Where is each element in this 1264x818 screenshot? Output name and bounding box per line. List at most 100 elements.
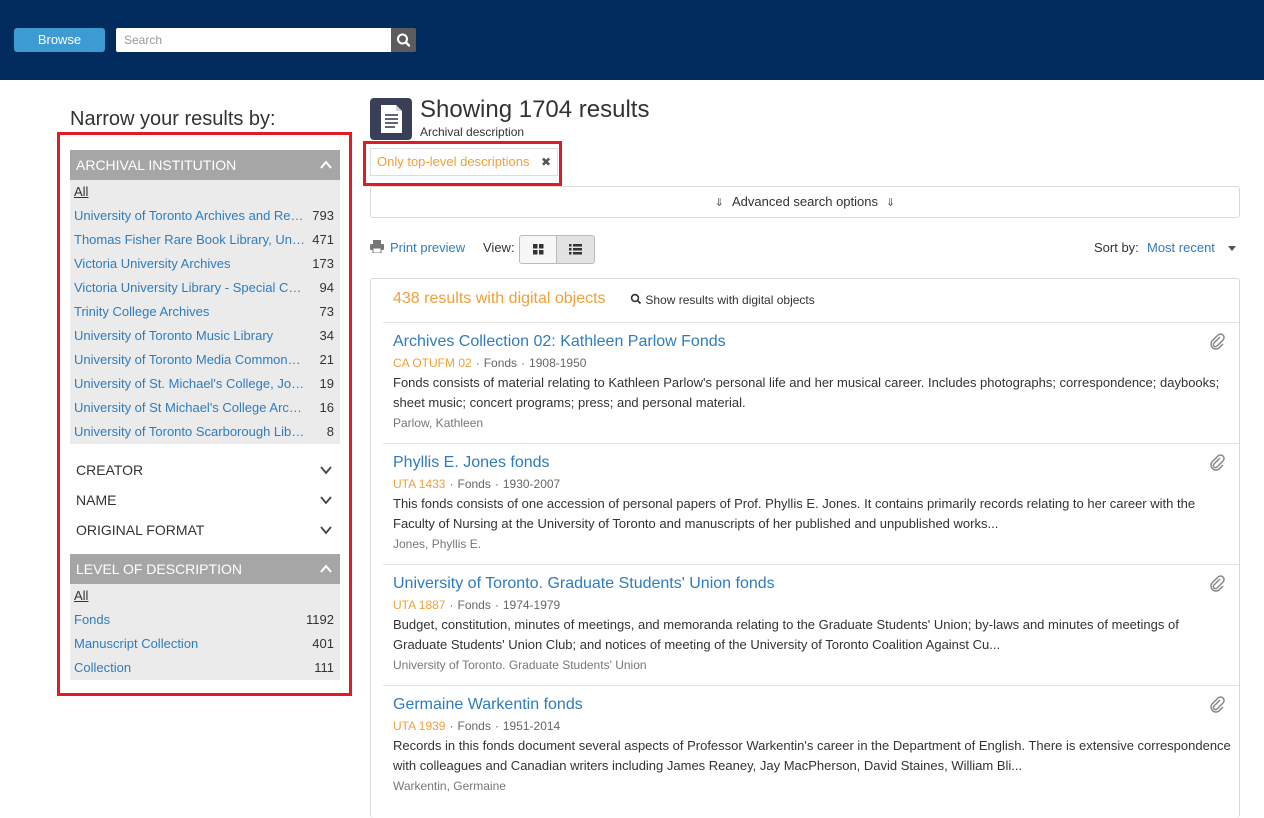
table-view-button[interactable]	[556, 235, 595, 264]
facet-item-label[interactable]: Fonds	[74, 608, 306, 632]
result-title-link[interactable]: University of Toronto. Graduate Students…	[393, 575, 775, 593]
printer-icon	[370, 240, 384, 253]
result-title-link[interactable]: Archives Collection 02: Kathleen Parlow …	[393, 333, 726, 351]
result-item: Phyllis E. Jones fonds UTA 1433 · Fonds · 19…	[383, 443, 1239, 564]
facet-item-label[interactable]: Thomas Fisher Rare Book Library, Univers…	[74, 228, 306, 252]
facet-item-label[interactable]: All	[74, 584, 306, 608]
chevron-down-icon	[320, 526, 332, 535]
result-title-link[interactable]: Germaine Warkentin fonds	[393, 696, 583, 714]
page-title: Showing 1704 results	[420, 96, 650, 123]
filter-tag: Only top-level descriptions ✖	[370, 148, 558, 176]
print-preview-link[interactable]: Print preview	[370, 240, 465, 255]
facet-item[interactable]: Manuscript Collection 401	[70, 632, 340, 656]
facet-item-count: 21	[319, 352, 334, 367]
facet-item-label[interactable]: University of St Michael's College Archi…	[74, 396, 306, 420]
facet-item[interactable]: University of Toronto Scarborough Librar…	[70, 420, 340, 444]
facet-item-label[interactable]: Victoria University Library - Special Co…	[74, 276, 306, 300]
result-level: Fonds	[457, 598, 491, 612]
facet-item[interactable]: Thomas Fisher Rare Book Library, Univers…	[70, 228, 340, 252]
facet-item-count: 73	[319, 304, 334, 319]
facet-header-label: ARCHIVAL INSTITUTION	[76, 157, 237, 173]
facet-item[interactable]: Victoria University Archives 173	[70, 252, 340, 276]
result-description: Fonds consists of material relating to K…	[393, 375, 1220, 410]
facet-item-label[interactable]: All	[74, 180, 306, 204]
facet-item[interactable]: Collection 111	[70, 656, 340, 680]
result-description: Records in this fonds document several a…	[393, 738, 1231, 773]
result-item: University of Toronto. Graduate Students…	[383, 564, 1239, 685]
facet-item[interactable]: University of Toronto Archives and Recor…	[70, 204, 340, 228]
facet-item-all[interactable]: All	[70, 584, 340, 608]
facet-list-level-of-description: All Fonds 1192 Manuscript Collection 401 C…	[70, 584, 340, 680]
facet-item[interactable]: University of Toronto Media Commons Arch…	[70, 348, 340, 372]
search-button[interactable]	[391, 28, 416, 52]
sort-dropdown[interactable]: Most recent	[1147, 240, 1215, 255]
card-view-button[interactable]	[519, 235, 557, 264]
paperclip-icon	[1210, 454, 1225, 471]
result-level: Fonds	[457, 719, 491, 733]
facet-header-name[interactable]: NAME	[70, 485, 340, 515]
search-icon	[397, 33, 411, 47]
facet-item-label[interactable]: Trinity College Archives	[74, 300, 306, 324]
facet-item-count: 8	[326, 424, 334, 439]
sort-label: Sort by:	[1094, 240, 1139, 255]
double-chevron-down-icon: ⇓	[885, 197, 896, 209]
result-meta: CA OTUFM 02 · Fonds · 1908-1950	[393, 356, 587, 370]
facets-title: Narrow your results by:	[70, 108, 276, 130]
facet-item-label[interactable]: Manuscript Collection	[74, 632, 306, 656]
facet-item[interactable]: Trinity College Archives 73	[70, 300, 340, 324]
show-digital-objects-label[interactable]: Show results with digital objects	[645, 293, 814, 307]
facet-header-label: NAME	[76, 492, 117, 508]
facet-item-count: 16	[319, 400, 334, 415]
facet-header-archival-institution[interactable]: ARCHIVAL INSTITUTION	[70, 150, 340, 180]
facet-header-level-of-description[interactable]: LEVEL OF DESCRIPTION	[70, 554, 340, 584]
advanced-search-toggle[interactable]: ⇓ Advanced search options ⇓	[370, 186, 1240, 218]
facet-item[interactable]: University of St Michael's College Archi…	[70, 396, 340, 420]
facet-item-label[interactable]: University of Toronto Music Library	[74, 324, 306, 348]
search-box	[116, 28, 416, 52]
facet-header-creator[interactable]: CREATOR	[70, 455, 340, 485]
result-description: This fonds consists of one accession of …	[393, 496, 1196, 531]
result-title-link[interactable]: Phyllis E. Jones fonds	[393, 454, 550, 472]
facet-item[interactable]: Fonds 1192	[70, 608, 340, 632]
browse-button[interactable]: Browse	[14, 28, 105, 52]
result-meta: UTA 1939 · Fonds · 1951-2014	[393, 719, 561, 733]
facet-item-label[interactable]: University of Toronto Scarborough Librar…	[74, 420, 306, 444]
facet-item-count: 19	[319, 376, 334, 391]
facet-item-count: 173	[312, 256, 334, 271]
archival-description-icon	[370, 98, 412, 140]
remove-filter-icon[interactable]: ✖	[541, 149, 551, 175]
facet-item-label[interactable]: Victoria University Archives	[74, 252, 306, 276]
result-item: Archives Collection 02: Kathleen Parlow …	[383, 322, 1239, 443]
facet-header-label: ORIGINAL FORMAT	[76, 522, 205, 538]
result-creator: Warkentin, Germaine	[393, 779, 506, 793]
print-preview-label[interactable]: Print preview	[390, 240, 465, 255]
facet-item-label[interactable]: Collection	[74, 656, 306, 680]
paperclip-icon	[1210, 575, 1225, 592]
facet-item-count: 1192	[306, 612, 334, 627]
facet-item[interactable]: Victoria University Library - Special Co…	[70, 276, 340, 300]
facet-item-label[interactable]: University of Toronto Media Commons Arch…	[74, 348, 306, 372]
facet-item[interactable]: University of Toronto Music Library 34	[70, 324, 340, 348]
result-reference: UTA 1887	[393, 598, 446, 612]
show-digital-objects-link[interactable]: Show results with digital objects	[630, 293, 815, 307]
result-meta: UTA 1887 · Fonds · 1974-1979	[393, 598, 561, 612]
paperclip-icon	[1210, 696, 1225, 713]
double-chevron-down-icon: ⇓	[714, 197, 724, 209]
facet-item-label[interactable]: University of Toronto Archives and Recor…	[74, 204, 306, 228]
facet-item-count: 401	[312, 636, 334, 651]
search-icon	[630, 293, 642, 305]
digital-objects-count: 438 results with digital objects	[393, 290, 606, 307]
filter-tag-label: Only top-level descriptions	[377, 154, 530, 169]
facet-item-label[interactable]: University of St. Michael's College, Joh…	[74, 372, 306, 396]
facet-item[interactable]: University of St. Michael's College, Joh…	[70, 372, 340, 396]
facet-item-count: 94	[319, 280, 334, 295]
facet-header-label: LEVEL OF DESCRIPTION	[76, 561, 242, 577]
facet-item-count: 793	[312, 208, 334, 223]
result-dates: 1908-1950	[529, 356, 587, 370]
search-input[interactable]	[116, 28, 391, 52]
facet-header-label: CREATOR	[76, 462, 144, 478]
caret-down-icon[interactable]	[1228, 246, 1236, 251]
result-creator: Jones, Phyllis E.	[393, 537, 482, 551]
facet-header-original-format[interactable]: ORIGINAL FORMAT	[70, 515, 340, 545]
facet-item-all[interactable]: All	[70, 180, 340, 204]
